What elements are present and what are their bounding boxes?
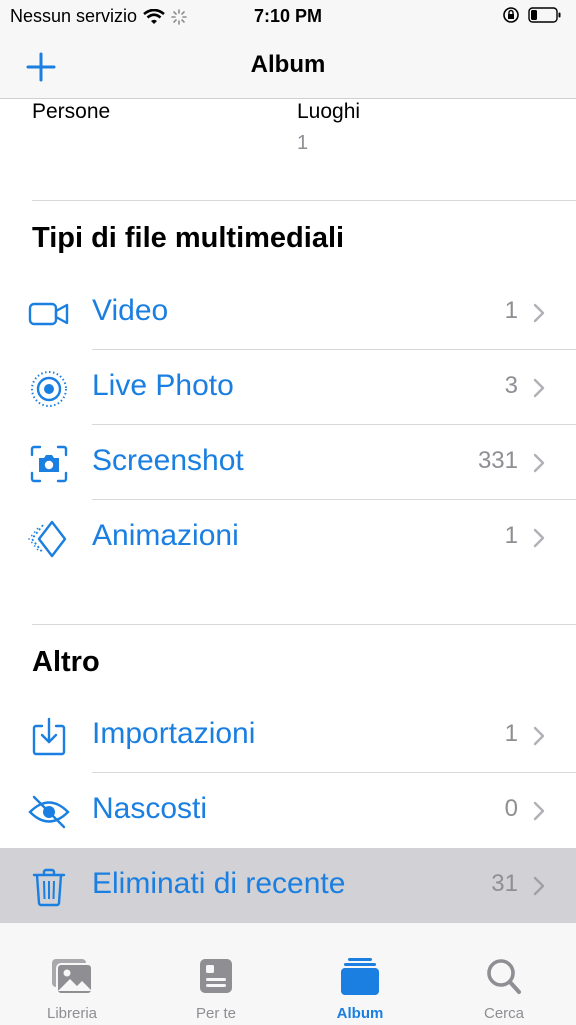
other-heading: Altro [32, 646, 100, 678]
chevron-right-icon [533, 726, 545, 746]
media-row-animated[interactable]: Animazioni 1 [0, 500, 576, 575]
other-row-recently-deleted[interactable]: Eliminati di recente 31 [0, 848, 576, 923]
tab-albums[interactable]: Album [288, 923, 432, 1025]
battery-icon [528, 7, 561, 23]
tab-bar: Libreria Per te Album Cerca [0, 922, 576, 1025]
section-divider [32, 200, 576, 201]
media-row-video[interactable]: Video 1 [0, 275, 576, 350]
section-divider [32, 624, 576, 625]
other-label: Importazioni [92, 717, 256, 750]
chevron-right-icon [533, 801, 545, 821]
chevron-right-icon [533, 528, 545, 548]
page-title: Album [250, 51, 326, 78]
tab-label: Cerca [483, 1005, 524, 1022]
status-bar: Nessun servizio 7:10 PM [0, 0, 576, 34]
media-count: 331 [477, 447, 518, 474]
media-label: Video [92, 294, 169, 327]
import-icon [32, 717, 66, 756]
places-album-label[interactable]: Luoghi [297, 100, 360, 124]
tab-label: Libreria [46, 1005, 98, 1022]
orientation-lock-icon [503, 7, 519, 23]
media-row-live-photo[interactable]: Live Photo 3 [0, 350, 576, 425]
animated-icon [28, 520, 67, 558]
media-count: 3 [504, 372, 518, 399]
media-count: 1 [504, 522, 518, 549]
status-right [502, 6, 562, 24]
media-row-screenshot[interactable]: Screenshot 331 [0, 425, 576, 500]
media-count: 1 [504, 297, 518, 324]
live-photo-icon [31, 371, 67, 407]
media-label: Screenshot [92, 444, 244, 477]
other-label: Eliminati di recente [92, 867, 346, 900]
chevron-right-icon [533, 876, 545, 896]
other-count: 1 [504, 720, 518, 747]
album-stack-icon [341, 958, 379, 995]
for-you-icon [200, 959, 232, 993]
search-icon [487, 959, 521, 994]
tab-label: Album [336, 1005, 384, 1022]
eye-slash-icon [28, 795, 70, 829]
tab-for-you[interactable]: Per te [144, 923, 288, 1025]
chevron-right-icon [533, 378, 545, 398]
other-count: 31 [491, 870, 518, 897]
status-time: 7:10 PM [253, 6, 323, 26]
other-count: 0 [504, 795, 518, 822]
tab-search[interactable]: Cerca [432, 923, 576, 1025]
chevron-right-icon [533, 303, 545, 323]
media-label: Animazioni [92, 519, 239, 552]
screenshot-icon [30, 445, 68, 483]
media-label: Live Photo [92, 369, 234, 402]
other-label: Nascosti [92, 792, 208, 825]
tab-label: Per te [195, 1005, 237, 1022]
video-camera-icon [28, 302, 69, 326]
trash-icon [32, 868, 66, 907]
chevron-right-icon [533, 453, 545, 473]
photos-library-icon [52, 959, 93, 995]
people-album-label[interactable]: Persone [32, 100, 110, 124]
navigation-bar: Album [0, 34, 576, 99]
other-row-imports[interactable]: Importazioni 1 [0, 698, 576, 773]
other-row-hidden[interactable]: Nascosti 0 [0, 773, 576, 848]
people-places-row: Persone Luoghi 1 [0, 98, 576, 200]
media-types-heading: Tipi di file multimediali [32, 222, 345, 254]
tab-library[interactable]: Libreria [0, 923, 144, 1025]
places-count: 1 [297, 132, 309, 154]
